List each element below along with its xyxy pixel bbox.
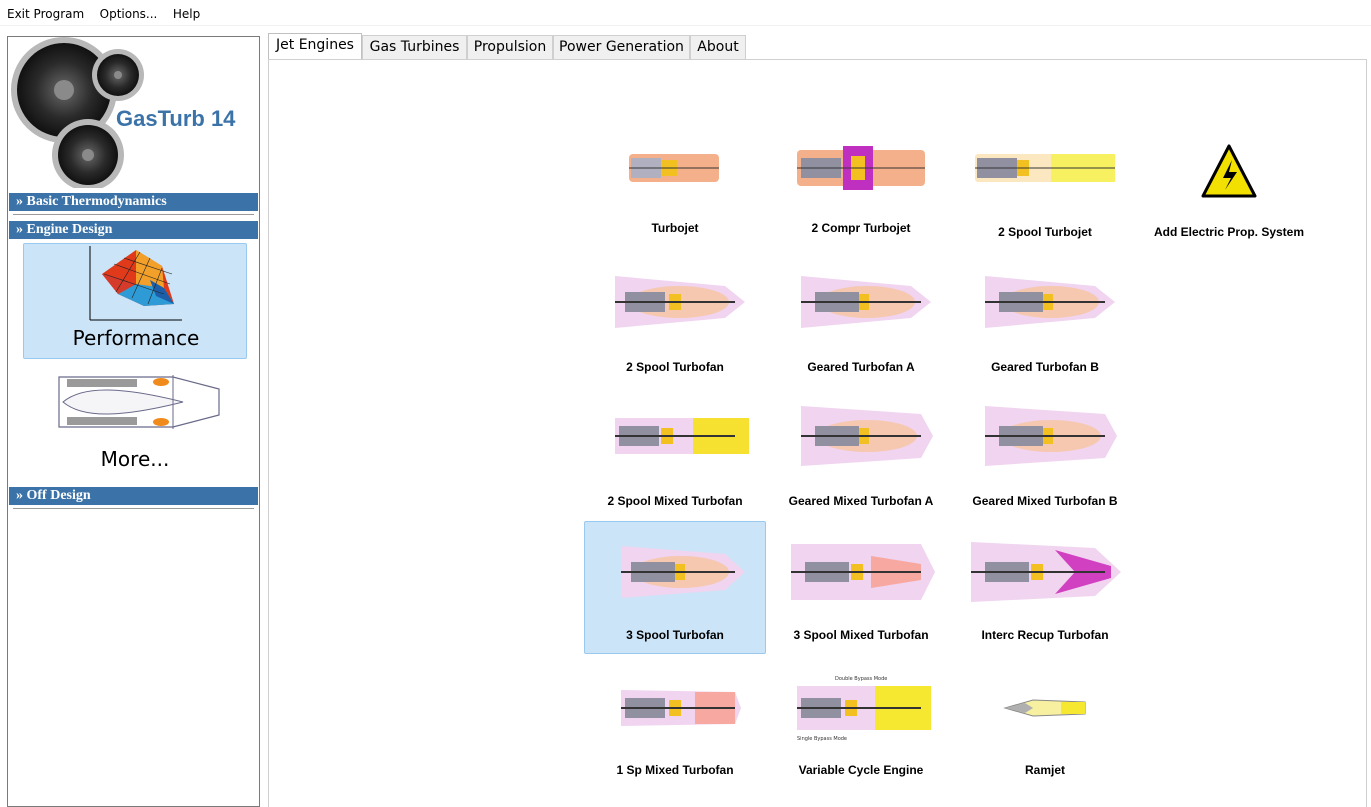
logo-text: GasTurb 14 bbox=[116, 106, 236, 131]
engine-label: Geared Turbofan A bbox=[807, 360, 915, 374]
spool2-turbofan-diagram bbox=[615, 276, 745, 328]
menu-exit-program[interactable]: Exit Program bbox=[0, 0, 88, 21]
variable-cycle-engine-diagram: Double Bypass Mode Single Bypass Mode bbox=[797, 676, 931, 742]
engine-label: Interc Recup Turbofan bbox=[981, 628, 1109, 642]
spool3-turbofan-diagram bbox=[621, 546, 745, 598]
engine-label: Variable Cycle Engine bbox=[798, 763, 924, 777]
engine-2-compr-turbojet[interactable]: 2 Compr Turbojet bbox=[771, 132, 951, 262]
performance-label: Performance bbox=[72, 326, 200, 350]
engine-2-spool-mixed-turbofan[interactable]: 2 Spool Mixed Turbofan bbox=[585, 400, 765, 530]
engine-label: 1 Sp Mixed Turbofan bbox=[616, 763, 734, 777]
performance-button[interactable]: Performance bbox=[23, 243, 247, 359]
ramjet-diagram bbox=[1003, 699, 1086, 717]
compr2-turbojet-diagram bbox=[797, 146, 925, 190]
engine-3-spool-turbofan[interactable]: 3 Spool Turbofan bbox=[584, 521, 766, 654]
jet-engines-panel: Turbojet 2 Compr Turbojet 2 Spool Turboj… bbox=[268, 59, 1367, 807]
turbojet-diagram bbox=[629, 154, 719, 182]
engine-label: Geared Turbofan B bbox=[991, 360, 1099, 374]
tab-power-generation[interactable]: Power Generation bbox=[553, 35, 690, 59]
engine-1-sp-mixed-turbofan[interactable]: 1 Sp Mixed Turbofan bbox=[585, 672, 765, 802]
engine-label: 2 Spool Turbojet bbox=[998, 225, 1092, 239]
sidebar: GasTurb 14 » Basic Thermodynamics » Engi… bbox=[7, 36, 260, 807]
electric-warning-icon bbox=[1201, 144, 1257, 198]
engine-label: Geared Mixed Turbofan B bbox=[972, 494, 1118, 508]
engine-label: 2 Spool Mixed Turbofan bbox=[607, 494, 743, 508]
double-bypass-note: Double Bypass Mode bbox=[835, 676, 887, 682]
more-label: More... bbox=[100, 447, 170, 471]
engine-2-spool-turbofan[interactable]: 2 Spool Turbofan bbox=[585, 266, 765, 396]
engine-2-spool-turbojet[interactable]: 2 Spool Turbojet bbox=[955, 132, 1135, 262]
engine-geared-turbofan-b[interactable]: Geared Turbofan B bbox=[955, 266, 1135, 396]
engine-variable-cycle-engine[interactable]: Double Bypass Mode Single Bypass Mode Va… bbox=[771, 672, 951, 802]
single-bypass-note: Single Bypass Mode bbox=[797, 736, 847, 742]
gasturb-logo: GasTurb 14 bbox=[8, 37, 259, 191]
sp1-mixed-turbofan-diagram bbox=[621, 690, 741, 726]
engine-label: Turbojet bbox=[651, 221, 699, 235]
engine-turbojet[interactable]: Turbojet bbox=[585, 132, 765, 262]
divider bbox=[13, 508, 254, 509]
engine-add-electric-prop-system[interactable]: Add Electric Prop. System bbox=[1139, 132, 1319, 262]
performance-surface-icon bbox=[89, 246, 182, 321]
engine-label: Add Electric Prop. System bbox=[1153, 225, 1305, 239]
more-button[interactable]: More... bbox=[23, 365, 247, 483]
section-basic-thermodynamics[interactable]: » Basic Thermodynamics bbox=[9, 193, 258, 211]
engine-ramjet[interactable]: Ramjet bbox=[955, 672, 1135, 802]
engine-interc-recup-turbofan[interactable]: Interc Recup Turbofan bbox=[955, 522, 1135, 652]
interc-recup-turbofan-diagram bbox=[971, 542, 1121, 602]
spool2-turbojet-diagram bbox=[975, 154, 1115, 182]
section-engine-design[interactable]: » Engine Design bbox=[9, 221, 258, 239]
section-off-design[interactable]: » Off Design bbox=[9, 487, 258, 505]
menu-bar: Exit Program Options... Help bbox=[0, 0, 1371, 26]
tab-about[interactable]: About bbox=[690, 35, 746, 59]
geared-mixed-turbofan-b-diagram bbox=[985, 406, 1117, 466]
geared-turbofan-a-diagram bbox=[801, 276, 931, 328]
tab-propulsion[interactable]: Propulsion bbox=[467, 35, 553, 59]
menu-help[interactable]: Help bbox=[166, 0, 204, 21]
spool2-mixed-turbofan-diagram bbox=[615, 418, 749, 454]
geared-mixed-turbofan-a-diagram bbox=[801, 406, 933, 466]
menu-options[interactable]: Options... bbox=[93, 0, 162, 21]
tab-jet-engines[interactable]: Jet Engines bbox=[268, 33, 362, 59]
divider bbox=[13, 214, 254, 215]
engine-label: Ramjet bbox=[1024, 763, 1065, 777]
engine-label: 2 Compr Turbojet bbox=[811, 221, 911, 235]
engine-label: 3 Spool Mixed Turbofan bbox=[793, 628, 929, 642]
engine-label: Geared Mixed Turbofan A bbox=[788, 494, 934, 508]
engine-label: 3 Spool Turbofan bbox=[626, 628, 724, 642]
tab-gas-turbines[interactable]: Gas Turbines bbox=[362, 35, 467, 59]
engine-label: 2 Spool Turbofan bbox=[626, 360, 724, 374]
engine-geared-turbofan-a[interactable]: Geared Turbofan A bbox=[771, 266, 951, 396]
engine-geared-mixed-turbofan-a[interactable]: Geared Mixed Turbofan A bbox=[771, 400, 951, 530]
geared-turbofan-b-diagram bbox=[985, 276, 1115, 328]
spool3-mixed-turbofan-diagram bbox=[791, 544, 935, 600]
engine-cutaway-icon bbox=[58, 375, 220, 429]
engine-3-spool-mixed-turbofan[interactable]: 3 Spool Mixed Turbofan bbox=[771, 522, 951, 652]
engine-geared-mixed-turbofan-b[interactable]: Geared Mixed Turbofan B bbox=[955, 400, 1135, 530]
